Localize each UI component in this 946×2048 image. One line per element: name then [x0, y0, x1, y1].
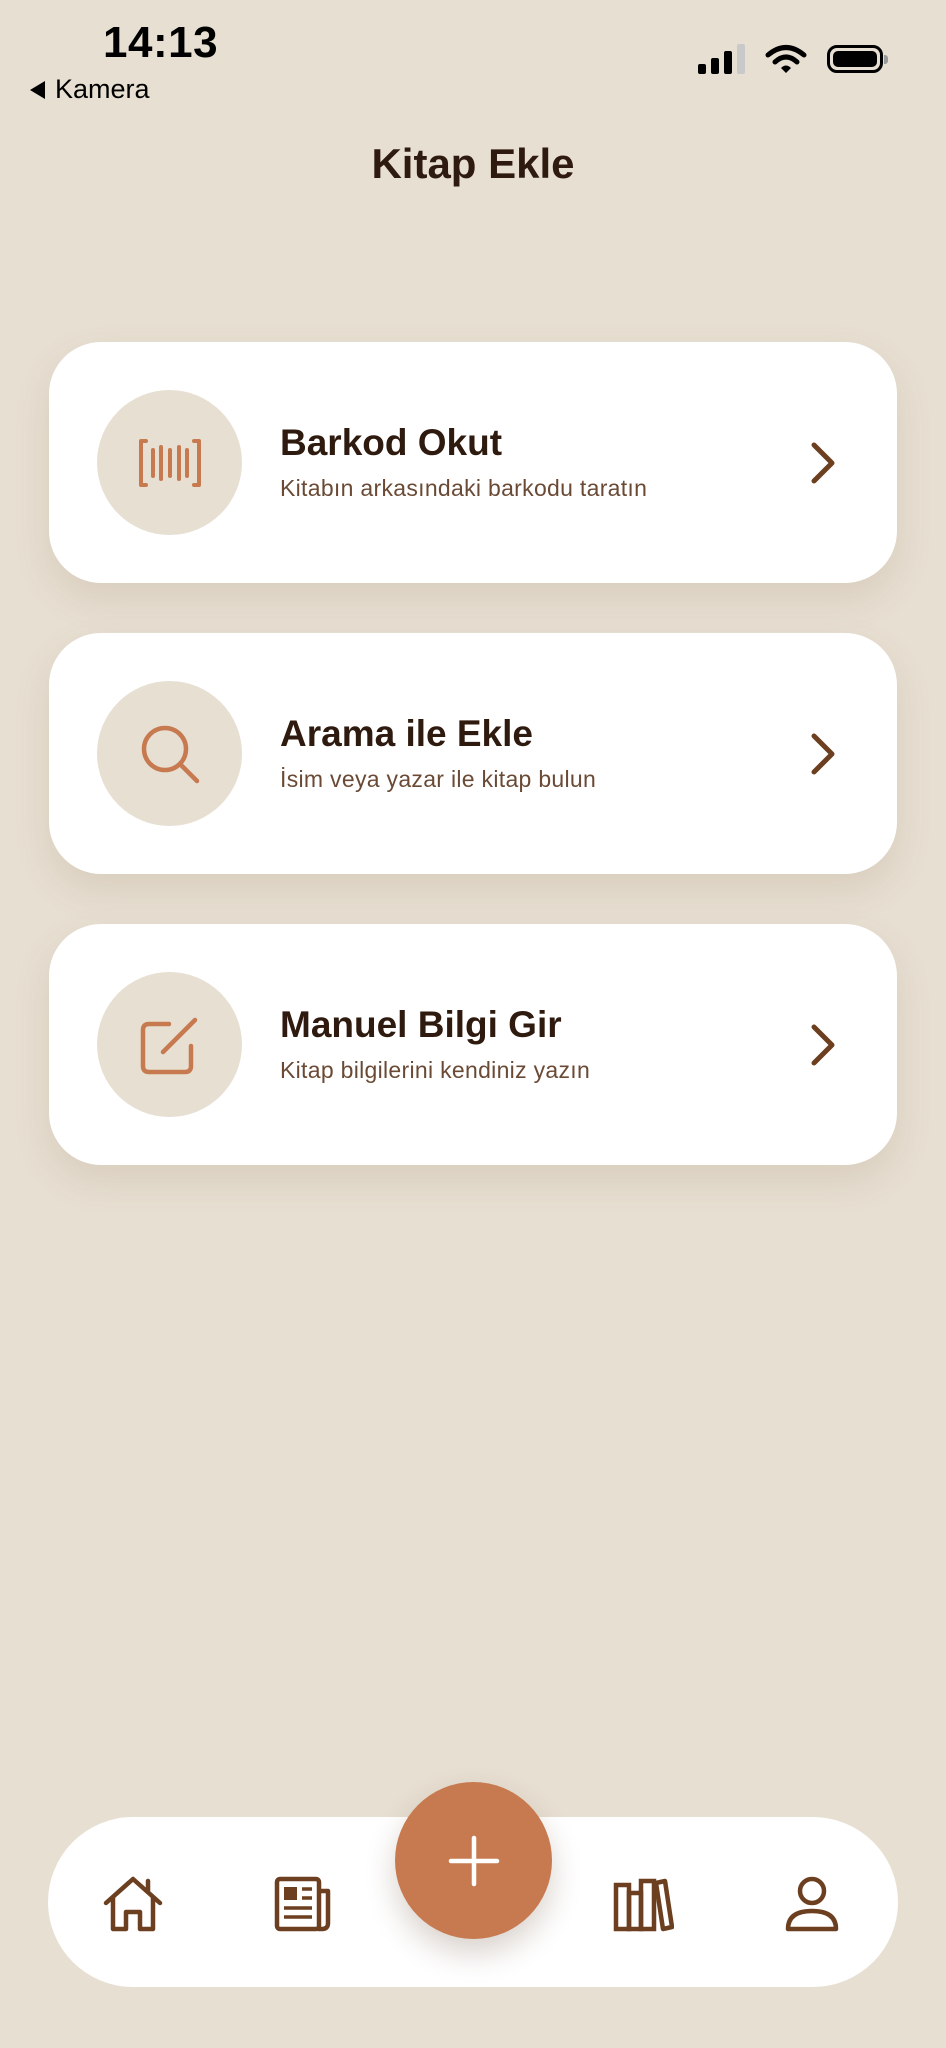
tab-home[interactable] — [101, 1872, 165, 1936]
books-icon — [613, 1878, 674, 1932]
search-icon — [141, 725, 199, 783]
manual-card-title: Manuel Bilgi Gir — [280, 1004, 562, 1045]
newspaper-icon — [274, 1876, 331, 1932]
barcode-icon-circle — [97, 390, 242, 535]
status-bar: 14:13 Kamera — [0, 0, 946, 110]
search-card-title: Arama ile Ekle — [280, 713, 533, 754]
edit-icon — [140, 1017, 197, 1074]
status-time: 14:13 — [103, 18, 219, 67]
home-icon — [103, 1876, 163, 1932]
barcode-card-title: Barkod Okut — [280, 422, 503, 463]
manual-entry-card[interactable]: Manuel Bilgi Gir Kitap bilgilerini kendi… — [49, 924, 897, 1165]
edit-icon-circle — [97, 972, 242, 1117]
status-icons — [698, 44, 888, 74]
tab-profile[interactable] — [780, 1872, 844, 1936]
cellular-signal-icon — [698, 44, 745, 74]
search-icon-circle — [97, 681, 242, 826]
chevron-right-icon — [811, 442, 835, 484]
search-add-card[interactable]: Arama ile Ekle İsim veya yazar ile kitap… — [49, 633, 897, 874]
manual-card-subtitle: Kitap bilgilerini kendiniz yazın — [280, 1057, 591, 1083]
tab-library[interactable] — [611, 1872, 675, 1936]
tab-news[interactable] — [270, 1872, 334, 1936]
barcode-card-subtitle: Kitabın arkasındaki barkodu taratın — [280, 475, 648, 501]
back-app-label: Kamera — [55, 74, 150, 104]
add-icon — [448, 1835, 499, 1886]
page-title: Kitap Ekle — [371, 140, 575, 187]
chevron-right-icon — [811, 733, 835, 775]
barcode-scan-card[interactable]: Barkod Okut Kitabın arkasındaki barkodu … — [49, 342, 897, 583]
wifi-icon — [765, 45, 807, 73]
chevron-right-icon — [811, 1024, 835, 1066]
back-to-app-button[interactable]: Kamera — [30, 74, 150, 105]
search-card-subtitle: İsim veya yazar ile kitap bulun — [280, 766, 597, 792]
back-triangle-icon — [30, 80, 45, 99]
profile-icon — [785, 1876, 839, 1932]
add-book-fab[interactable] — [395, 1782, 552, 1939]
battery-icon — [827, 45, 888, 73]
barcode-icon — [138, 438, 201, 487]
